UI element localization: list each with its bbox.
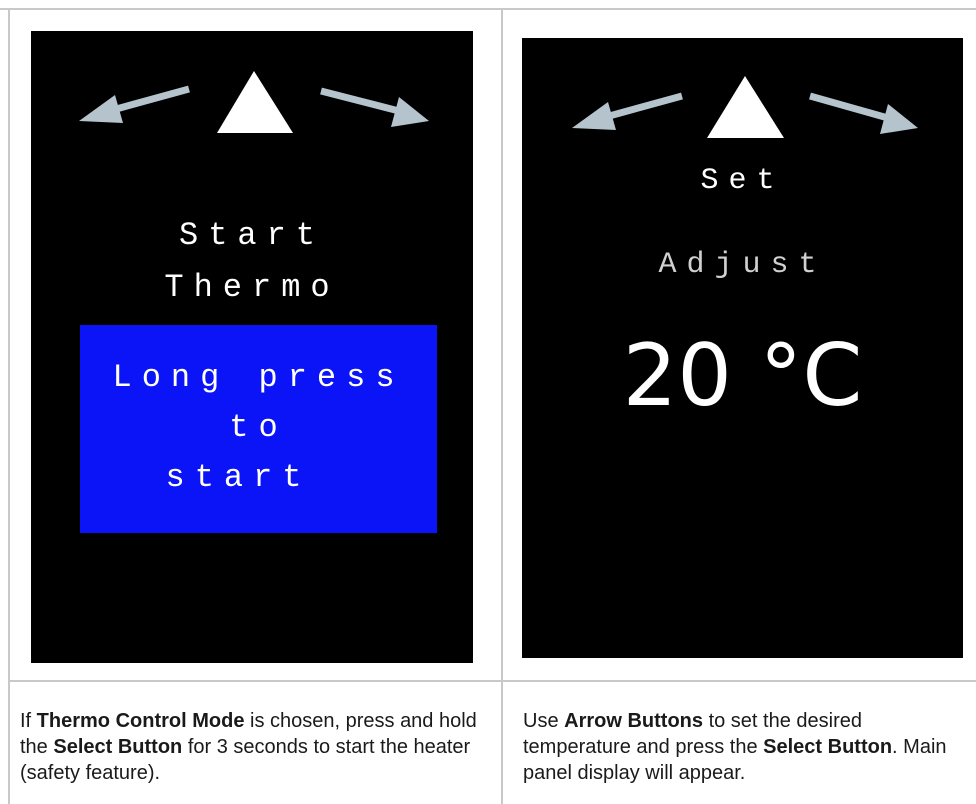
- long-press-box: Long press to start: [80, 325, 437, 533]
- table-divider-horizontal: [8, 680, 976, 682]
- temperature-value: 20 °C: [622, 326, 863, 426]
- screen-title-line2: Thermo: [164, 269, 340, 306]
- long-press-line1: Long press: [112, 359, 405, 396]
- arrow-right-icon: [320, 87, 429, 127]
- long-press-line3: start: [165, 459, 312, 496]
- arrow-left-icon: [79, 85, 190, 123]
- screen-title-line1: Start: [178, 217, 325, 254]
- long-press-line2: to: [229, 409, 288, 446]
- arrow-left-icon: [572, 92, 683, 130]
- caption-left-bold1: Thermo Control Mode: [36, 710, 245, 732]
- caption-right-bold2: Select Button: [763, 736, 893, 758]
- device-screen-set-temperature: Set Adjust 20 °C: [522, 38, 963, 658]
- set-label: Set: [700, 164, 785, 198]
- caption-right-bold1: Arrow Buttons: [564, 710, 704, 732]
- triangle-up-icon: [707, 76, 784, 138]
- caption-left-text1: If: [20, 710, 37, 732]
- arrow-right-icon: [809, 92, 918, 134]
- adjust-label: Adjust: [658, 248, 827, 282]
- triangle-up-icon: [217, 71, 293, 133]
- instruction-table: Start Thermo Long press to start Set Adj…: [0, 0, 976, 804]
- table-border-top: [0, 8, 976, 10]
- caption-right-text1: Use: [523, 710, 565, 732]
- table-divider-vertical: [501, 8, 503, 804]
- caption-left: If Thermo Control Mode is chosen, press …: [20, 708, 490, 786]
- caption-left-bold2: Select Button: [53, 736, 183, 758]
- device-screen-start-thermo: Start Thermo Long press to start: [31, 31, 473, 663]
- table-border-left: [8, 8, 10, 804]
- caption-right: Use Arrow Buttons to set the desired tem…: [523, 708, 963, 786]
